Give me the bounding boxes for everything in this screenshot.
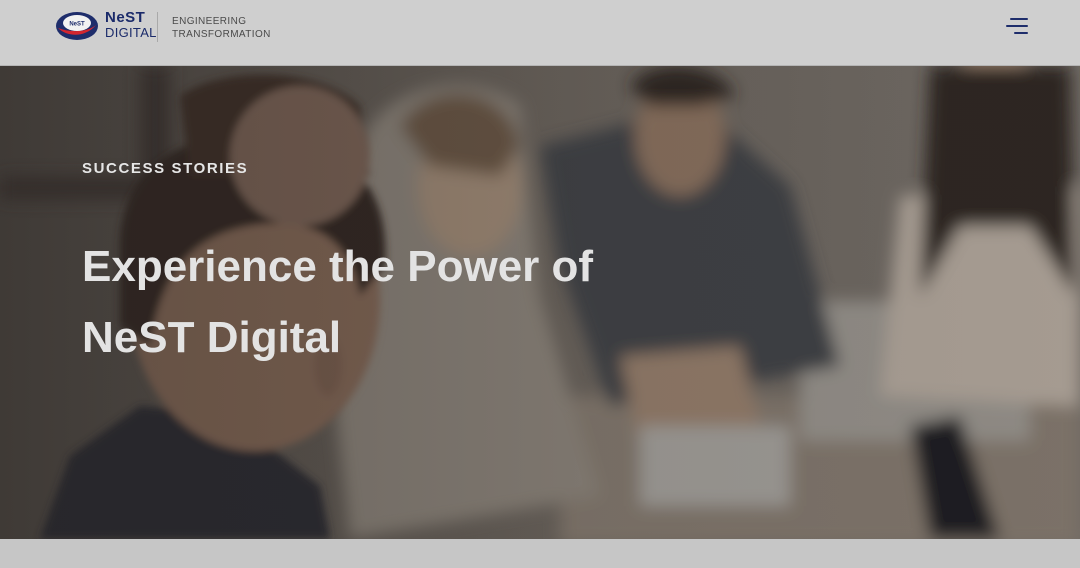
- logo-mark-text: NeST: [69, 22, 85, 28]
- hero-eyebrow: SUCCESS STORIES: [82, 160, 249, 177]
- hamburger-menu-icon[interactable]: [1004, 18, 1028, 36]
- footer-band: [0, 539, 1080, 568]
- nest-logo-mark-icon: NeST: [56, 12, 98, 40]
- site-header: NeST NeST DIGITAL ENGINEERING TRANSFORMA…: [0, 0, 1080, 66]
- tagline-line-1: ENGINEERING: [172, 16, 247, 27]
- header-divider: [157, 12, 158, 42]
- logo-text-bottom: DIGITAL: [105, 25, 157, 40]
- logo-text-top: NeST: [105, 9, 146, 26]
- nest-digital-logo[interactable]: NeST NeST DIGITAL: [55, 9, 156, 44]
- tagline: ENGINEERING TRANSFORMATION: [172, 15, 271, 41]
- hero-banner: SUCCESS STORIES Experience the Power of …: [0, 66, 1080, 539]
- tagline-line-2: TRANSFORMATION: [172, 29, 271, 40]
- hero-headline: Experience the Power of NeST Digital: [82, 242, 594, 362]
